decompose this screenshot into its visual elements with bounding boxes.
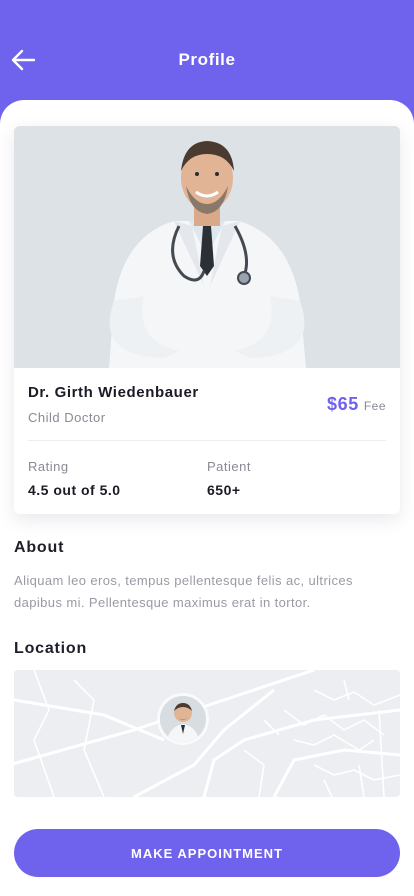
map-streets — [14, 670, 400, 797]
patient-label: Patient — [207, 459, 251, 474]
about-heading: About — [14, 539, 65, 556]
make-appointment-button[interactable]: MAKE APPOINTMENT — [14, 829, 400, 877]
location-map[interactable] — [14, 670, 400, 797]
doctor-photo — [14, 126, 400, 368]
rating-label: Rating — [28, 459, 69, 474]
fee-amount: $65 — [326, 394, 359, 414]
page-title: Profile — [178, 50, 236, 69]
card-divider — [28, 440, 386, 441]
doctor-specialty: Child Doctor — [28, 410, 106, 425]
rating-value: 4.5 out of 5.0 — [28, 482, 121, 498]
fee: $65 Fee — [327, 394, 386, 415]
location-heading: Location — [14, 640, 88, 657]
about-text: Aliquam leo eros, tempus pellentesque fe… — [14, 573, 353, 610]
doctor-name: Dr. Girth Wiedenbauer — [28, 384, 199, 401]
doctor-card: Dr. Girth Wiedenbauer Child Doctor $65 F… — [14, 126, 400, 514]
patient-value: 650+ — [207, 482, 241, 498]
doctor-location-avatar[interactable] — [160, 696, 206, 742]
fee-label: Fee — [363, 399, 386, 413]
